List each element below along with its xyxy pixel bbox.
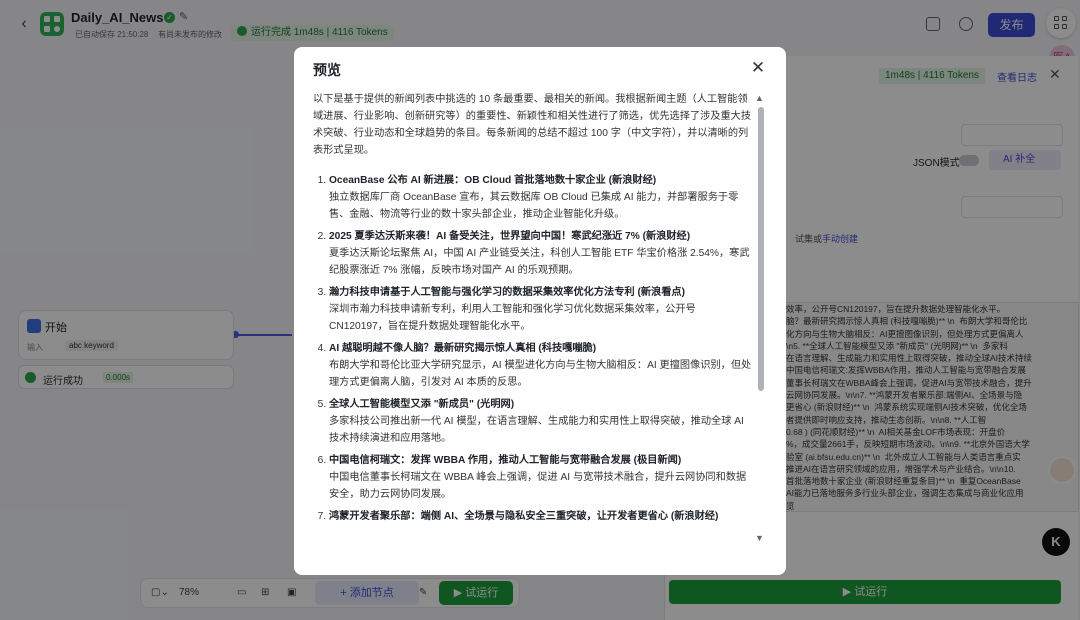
news-summary: 布朗大学和哥伦比亚大学研究显示，AI 模型进化方向与生物大脑相反：AI 更擅图像… bbox=[329, 360, 752, 388]
news-summary: 中国电信董事长柯瑞文在 WBBA 峰会上强调，促进 AI 与宽带技术融合，提升云… bbox=[329, 472, 747, 500]
list-item: 瀚力科技申请基于人工智能与强化学习的数据采集效率优化方法专利 (新浪看点) 深圳市… bbox=[329, 284, 753, 335]
news-title: 全球人工智能模型又添 "新成员" (光明网) bbox=[329, 399, 515, 410]
scroll-up-arrow-icon[interactable]: ▲ bbox=[755, 93, 764, 103]
news-title: 中国电信柯瑞文：发挥 WBBA 作用，推动人工智能与宽带融合发展 (极目新闻) bbox=[329, 455, 682, 466]
news-summary: 独立数据库厂商 OceanBase 宣布，其云数据库 OB Cloud 已集成 … bbox=[329, 192, 739, 220]
news-title: AI 越聪明越不像人脑？最新研究揭示惊人真相 (科技嘎嘣脆) bbox=[329, 343, 597, 354]
list-item: OceanBase 公布 AI 新进展：OB Cloud 首批落地数十家企业 (… bbox=[329, 172, 753, 223]
list-item: 全球人工智能模型又添 "新成员" (光明网) 多家科技公司推出新一代 AI 模型，… bbox=[329, 396, 753, 447]
news-title: 瀚力科技申请基于人工智能与强化学习的数据采集效率优化方法专利 (新浪看点) bbox=[329, 287, 685, 298]
modal-title: 预览 bbox=[313, 62, 341, 78]
preview-intro: 以下是基于提供的新闻列表中挑选的 10 条最重要、最相关的新闻。我根据新闻主题（… bbox=[313, 94, 752, 156]
preview-content[interactable]: 以下是基于提供的新闻列表中挑选的 10 条最重要、最相关的新闻。我根据新闻主题（… bbox=[313, 91, 753, 561]
list-item: 2025 夏季达沃斯来袭！AI 备受关注，世界望向中国！寒武纪涨近 7% (新浪… bbox=[329, 228, 753, 279]
preview-modal: 预览 ✕ 以下是基于提供的新闻列表中挑选的 10 条最重要、最相关的新闻。我根据… bbox=[294, 47, 786, 575]
scroll-down-arrow-icon[interactable]: ▼ bbox=[755, 533, 764, 543]
list-item: 鸿蒙开发者聚乐部：端侧 AI、全场景与隐私安全三重突破，让开发者更省心 (新浪财… bbox=[329, 508, 753, 525]
news-summary: 夏季达沃斯论坛聚焦 AI，中国 AI 产业链受关注，科创人工智能 ETF 华宝价… bbox=[329, 248, 750, 276]
list-item: AI 越聪明越不像人脑？最新研究揭示惊人真相 (科技嘎嘣脆) 布朗大学和哥伦比亚大… bbox=[329, 340, 753, 391]
list-item: 中国电信柯瑞文：发挥 WBBA 作用，推动人工智能与宽带融合发展 (极目新闻) 中… bbox=[329, 452, 753, 503]
news-summary: 深圳市瀚力科技申请新专利，利用人工智能和强化学习优化数据采集效率，公开号 CN1… bbox=[329, 304, 696, 332]
news-summary: 多家科技公司推出新一代 AI 模型，在语言理解、生成能力和实用性上取得突破，推动… bbox=[329, 416, 744, 444]
news-title: 鸿蒙开发者聚乐部：端侧 AI、全场景与隐私安全三重突破，让开发者更省心 (新浪财… bbox=[329, 511, 719, 522]
news-title: OceanBase 公布 AI 新进展：OB Cloud 首批落地数十家企业 (… bbox=[329, 175, 657, 186]
news-title: 2025 夏季达沃斯来袭！AI 备受关注，世界望向中国！寒武纪涨近 7% (新浪… bbox=[329, 231, 691, 242]
scrollbar-thumb[interactable] bbox=[758, 107, 764, 391]
close-icon[interactable]: ✕ bbox=[749, 59, 767, 77]
news-list: OceanBase 公布 AI 新进展：OB Cloud 首批落地数十家企业 (… bbox=[313, 172, 753, 525]
